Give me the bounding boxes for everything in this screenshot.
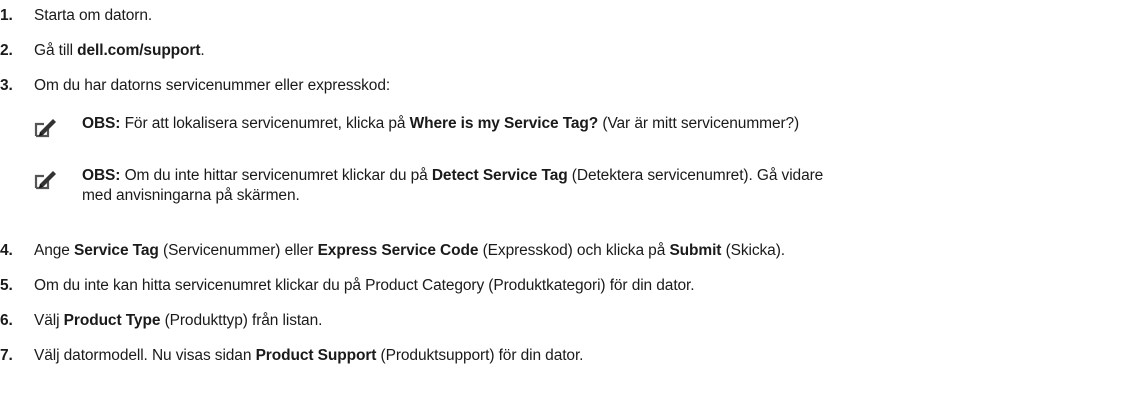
detect-service-tag-label: Detect Service Tag [431,167,568,184]
note-text: OBS: Om du inte hittar servicenumret kli… [82,167,824,204]
where-is-service-tag-label: Where is my Service Tag? [409,115,599,132]
step-number: 7. [0,347,13,364]
pencil-note-icon [34,119,56,138]
step-number: 5. [0,277,13,294]
note-text: OBS: För att lokalisera servicenumret, k… [82,115,800,132]
step-number: 1. [0,7,13,24]
step-text: Gå till dell.com/support. [34,42,205,59]
step-number: 3. [0,77,13,94]
step-text: Starta om datorn. [34,7,153,24]
step-text: Om du inte kan hitta servicenumret klick… [34,277,695,294]
step-number: 4. [0,242,13,259]
step-text: Välj datormodell. Nu visas sidan Product… [34,347,584,364]
step-number: 6. [0,312,13,329]
step-text: Ange Service Tag (Servicenummer) eller E… [34,242,785,259]
step-number: 2. [0,42,13,59]
pencil-note-icon [34,171,56,190]
support-url: dell.com/support [77,42,201,59]
step-text: Välj Product Type (Produkttyp) från list… [34,312,323,329]
step-text: Om du har datorns servicenummer eller ex… [34,77,391,94]
instruction-document: 1. Starta om datorn. 2. Gå till dell.com… [0,0,1148,419]
